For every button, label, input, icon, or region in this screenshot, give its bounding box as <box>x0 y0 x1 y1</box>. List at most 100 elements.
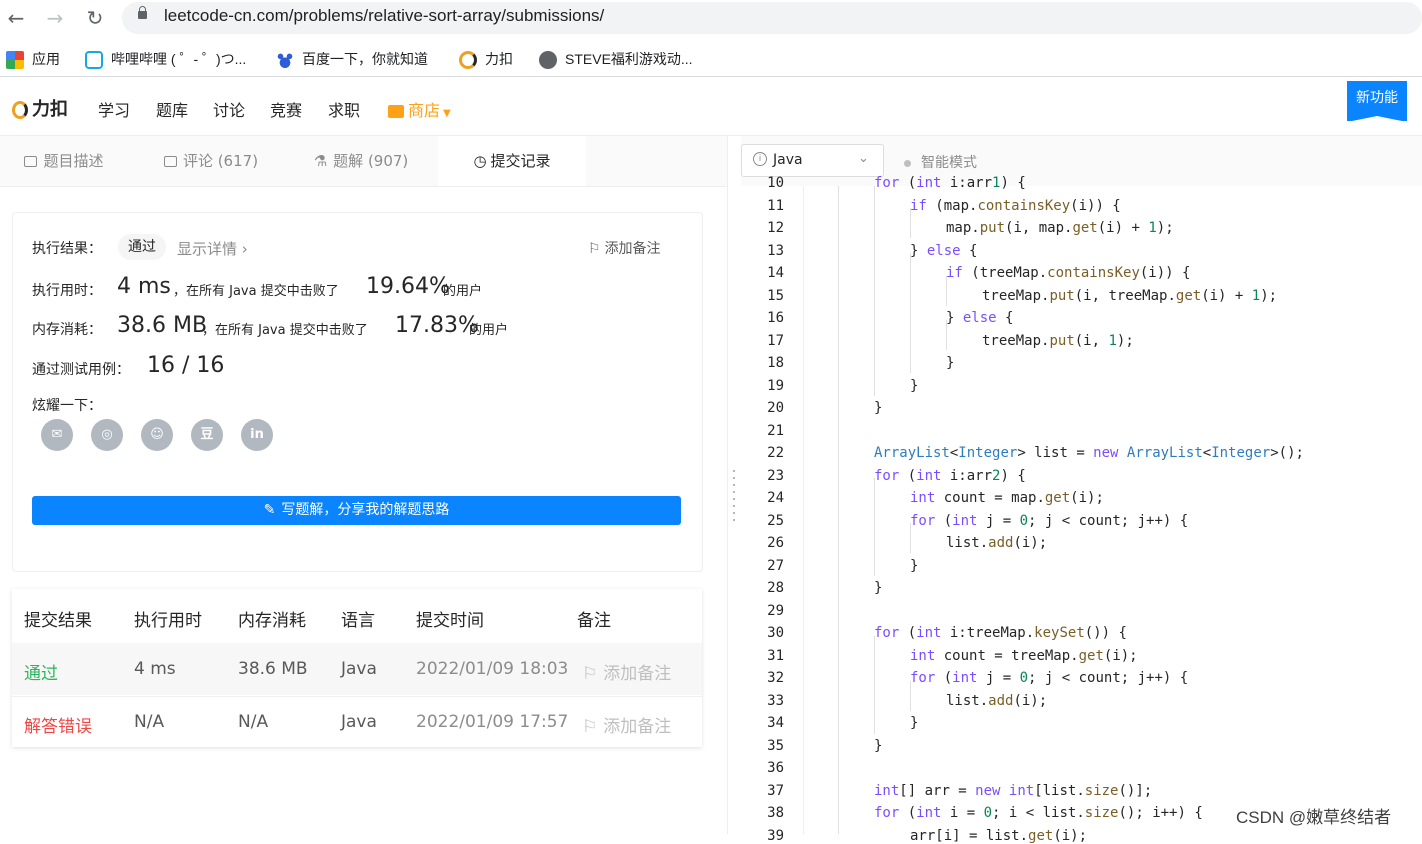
line-number: 32 <box>767 670 784 686</box>
bookmark-label: 应用 <box>32 51 60 67</box>
row-result[interactable]: 解答错误 <box>24 712 92 737</box>
bookmark-label: 力扣 <box>485 51 513 67</box>
line-number: 38 <box>767 805 784 821</box>
code-line: } else { <box>946 310 1014 326</box>
line-number: 33 <box>767 692 784 709</box>
col-header-runtime: 执行用时 <box>134 611 202 631</box>
runtime-label: 执行用时： <box>32 283 102 299</box>
douban-icon[interactable]: 豆 <box>191 419 223 451</box>
write-solution-label: 写题解，分享我的解题思路 <box>281 502 450 518</box>
new-feature-badge[interactable]: 新功能 <box>1347 81 1407 122</box>
line-number: 29 <box>767 602 784 619</box>
bookmark-leetcode[interactable]: 力扣 <box>459 48 513 70</box>
qq-icon[interactable]: ☺ <box>141 419 173 451</box>
line-number: 13 <box>767 242 784 259</box>
line-number: 19 <box>767 377 784 394</box>
nav-learn[interactable]: 学习 <box>98 97 130 121</box>
line-number: 37 <box>767 782 784 799</box>
nav-jobs[interactable]: 求职 <box>328 97 360 121</box>
back-arrow-icon[interactable]: ← <box>4 6 28 30</box>
code-line: } else { <box>910 242 978 259</box>
bookmark-apps[interactable]: 应用 <box>6 48 60 70</box>
tab-label: 提交记录 <box>490 152 551 170</box>
tab-solutions[interactable]: ⚗ 题解 (907) <box>300 136 422 186</box>
logo-text: 力扣 <box>32 99 68 120</box>
smart-mode-toggle[interactable]: 智能模式 <box>904 152 977 172</box>
forward-arrow-icon[interactable]: → <box>43 6 67 30</box>
leetcode-logo[interactable]: 力扣 <box>12 95 68 121</box>
code-line: map.put(i, map.get(i) + 1); <box>946 220 1174 236</box>
baidu-paw-icon <box>276 51 294 70</box>
comment-icon <box>163 156 177 167</box>
bookmark-label: 哔哩哔哩 ( ゜- ゜)つ... <box>111 51 247 67</box>
caret-down-icon: ▼ <box>443 108 451 119</box>
drag-handle-icon[interactable] <box>733 470 735 526</box>
tab-comments[interactable]: 评论 (617) <box>150 136 272 186</box>
weibo-icon[interactable]: ◎ <box>91 419 123 451</box>
tab-label: 题解 (907) <box>333 152 409 170</box>
line-number: 16 <box>767 310 784 326</box>
flag-icon: ⚐ <box>582 664 598 684</box>
add-note-label: 添加备注 <box>604 241 661 257</box>
line-number: 12 <box>767 220 784 236</box>
code-line: ArrayList<Integer> list = new ArrayList<… <box>874 445 1304 461</box>
memory-beat-text: ，在所有 Java 提交中击败了 <box>202 323 368 338</box>
code-line: for (int j = 0; j < count; j++) { <box>910 670 1189 686</box>
chevron-down-icon[interactable]: ⌄ <box>858 151 869 166</box>
code-line: if (treeMap.containsKey(i)) { <box>946 265 1191 281</box>
code-line: for (int i:treeMap.keySet()) { <box>874 625 1127 641</box>
indent-guide <box>874 636 875 734</box>
nav-discuss[interactable]: 讨论 <box>213 97 245 121</box>
row-add-note[interactable]: ⚐ 添加备注 <box>582 659 671 684</box>
lock-icon <box>138 6 147 19</box>
csdn-watermark: CSDN @嫩草终结者 <box>1236 808 1392 827</box>
language-value[interactable]: Java <box>773 152 803 168</box>
row-note-label: 添加备注 <box>603 664 672 684</box>
line-number: 14 <box>767 265 784 281</box>
col-header-memory: 内存消耗 <box>238 611 306 631</box>
runtime-users-text: 的用户 <box>443 284 483 299</box>
tab-description[interactable]: 题目描述 <box>0 136 128 186</box>
bookmark-bilibili[interactable]: 哔哩哔哩 ( ゜- ゜)つ... <box>85 48 246 70</box>
nav-shop[interactable]: 商店 ▼ <box>388 97 451 121</box>
line-number: 22 <box>767 445 784 461</box>
url-text[interactable]: leetcode-cn.com/problems/relative-sort-a… <box>164 6 604 26</box>
indent-guide <box>838 186 839 834</box>
write-solution-button[interactable]: ✎ 写题解，分享我的解题思路 <box>32 496 681 525</box>
code-editor[interactable] <box>803 186 1422 834</box>
line-number: 10 <box>767 175 784 191</box>
shop-label: 商店 <box>408 101 441 120</box>
clock-icon: ◷ <box>473 152 487 170</box>
runtime-beat-text: ，在所有 Java 提交中击败了 <box>173 284 339 299</box>
memory-value: 38.6 MB <box>117 313 208 338</box>
line-number: 39 <box>767 827 784 844</box>
code-line: list.add(i); <box>946 692 1048 709</box>
code-line: list.add(i); <box>946 535 1048 551</box>
row-add-note[interactable]: ⚐ 添加备注 <box>582 712 671 737</box>
tests-value: 16 / 16 <box>147 353 225 378</box>
runtime-value: 4 ms <box>117 274 171 299</box>
line-number: 35 <box>767 737 784 754</box>
reload-icon[interactable]: ↻ <box>83 6 107 30</box>
code-line: int[] arr = new int[list.size()]; <box>874 782 1153 799</box>
line-number: 34 <box>767 715 784 731</box>
tab-submissions[interactable]: ◷ 提交记录 <box>438 136 586 186</box>
bookmark-label: 百度一下，你就知道 <box>302 51 428 67</box>
memory-users-text: 的用户 <box>469 323 509 338</box>
leetcode-icon <box>459 51 477 70</box>
row-result[interactable]: 通过 <box>24 659 58 684</box>
col-header-time: 提交时间 <box>416 611 484 631</box>
bookmark-baidu[interactable]: 百度一下，你就知道 <box>276 48 428 70</box>
nav-contest[interactable]: 竞赛 <box>270 97 302 121</box>
bookmark-steve[interactable]: STEVE福利游戏动... <box>539 48 693 70</box>
line-number: 26 <box>767 535 784 551</box>
code-line: } <box>874 400 883 416</box>
add-note-button[interactable]: ⚐ 添加备注 <box>588 238 661 258</box>
nav-problems[interactable]: 题库 <box>156 97 188 121</box>
flag-icon: ⚐ <box>588 241 601 257</box>
status-badge: 通过 <box>118 234 166 260</box>
linkedin-icon[interactable]: in <box>241 419 273 451</box>
code-line: for (int i:arr1) { <box>874 175 1026 191</box>
show-details-link[interactable]: 显示详情 › <box>177 238 248 259</box>
wechat-icon[interactable]: ✉ <box>41 419 73 451</box>
